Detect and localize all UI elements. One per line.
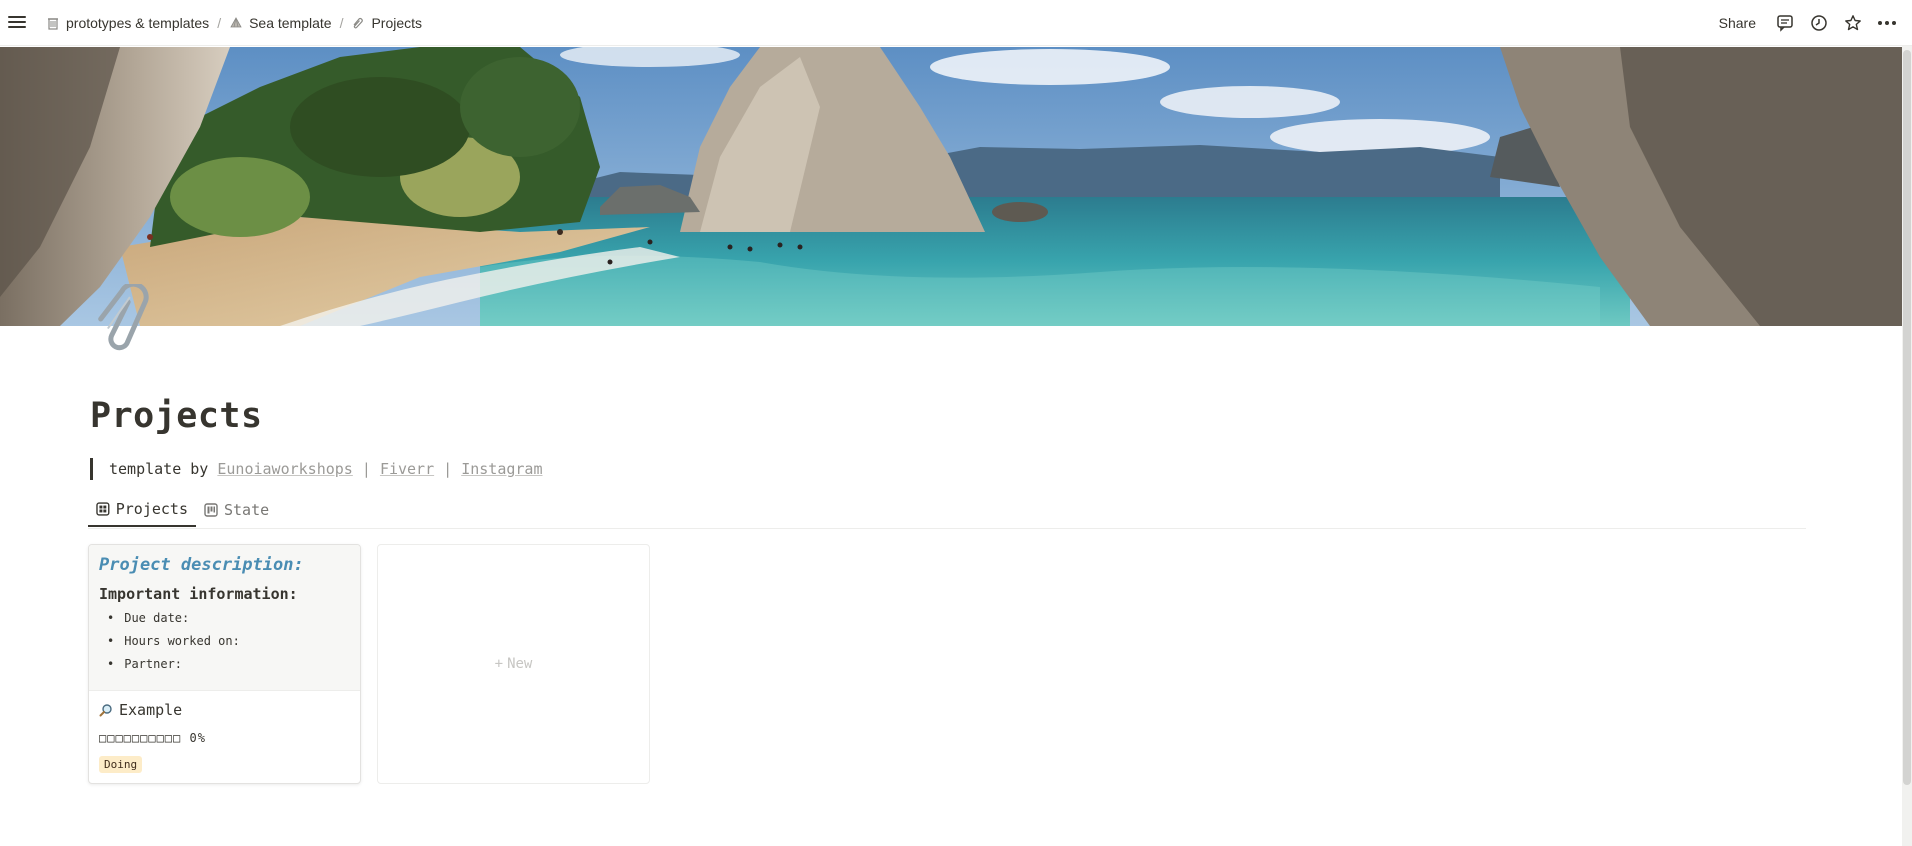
- card-body: Example □□□□□□□□□□ 0% Doing: [89, 691, 360, 781]
- top-actions: Share: [1713, 0, 1898, 46]
- page-title[interactable]: Projects: [90, 396, 263, 436]
- view-tabs: Projects State: [88, 492, 1806, 529]
- gallery-card[interactable]: Project description: Important informati…: [88, 544, 361, 784]
- credit-separator: |: [434, 460, 462, 478]
- cover-image: [0, 47, 1902, 326]
- link-instagram[interactable]: Instagram: [461, 460, 542, 478]
- magnifier-icon: [99, 704, 112, 717]
- gallery-icon: [96, 501, 110, 516]
- paperclip-icon: [354, 18, 364, 29]
- comment-icon[interactable]: [1774, 12, 1796, 34]
- progress-text: □□□□□□□□□□ 0%: [99, 731, 206, 745]
- board-icon: [204, 502, 218, 517]
- breadcrumb-separator: /: [339, 15, 344, 31]
- clock-icon[interactable]: [1808, 12, 1830, 34]
- card-title-label: Example: [119, 701, 183, 719]
- breadcrumb-label: Projects: [371, 15, 423, 31]
- list-item: Hours worked on:: [107, 634, 350, 648]
- breadcrumb-label: prototypes & templates: [66, 15, 210, 31]
- shell-icon: [230, 17, 242, 28]
- breadcrumb-separator: /: [217, 15, 222, 31]
- status-badge: Doing: [99, 756, 143, 773]
- paperclip-icon[interactable]: [88, 281, 172, 364]
- share-button[interactable]: Share: [1713, 12, 1762, 34]
- preview-subheading: Important information:: [99, 585, 298, 603]
- new-card-label: + New: [495, 656, 533, 672]
- top-bar: prototypes & templates / Sea template / …: [0, 0, 1912, 46]
- list-item: Partner:: [107, 657, 350, 671]
- breadcrumb: prototypes & templates / Sea template / …: [42, 0, 426, 46]
- preview-heading: Project description:: [99, 555, 304, 575]
- more-icon[interactable]: [1876, 12, 1898, 34]
- plus-icon: +: [494, 656, 504, 672]
- new-card-button[interactable]: + New: [377, 544, 650, 784]
- breadcrumb-label: Sea template: [249, 15, 332, 31]
- breadcrumb-item-prototypes[interactable]: prototypes & templates: [42, 13, 213, 33]
- credit-prefix: template by: [109, 460, 218, 478]
- breadcrumb-item-sea-template[interactable]: Sea template: [225, 13, 336, 33]
- tab-label: Projects: [115, 499, 188, 518]
- tab-state[interactable]: State: [196, 492, 282, 527]
- tab-label: State: [224, 500, 270, 519]
- trash-can-icon: [48, 18, 58, 30]
- template-credit-quote: template by Eunoiaworkshops | Fiverr | I…: [90, 458, 543, 480]
- breadcrumb-item-projects[interactable]: Projects: [347, 13, 426, 33]
- card-title[interactable]: Example: [99, 701, 350, 719]
- preview-list: Due date: Hours worked on: Partner:: [99, 611, 350, 671]
- list-item: Due date:: [107, 611, 350, 625]
- star-icon[interactable]: [1842, 12, 1864, 34]
- card-preview: Project description: Important informati…: [89, 545, 360, 691]
- link-eunoiaworkshops[interactable]: Eunoiaworkshops: [217, 460, 352, 478]
- credit-separator: |: [352, 460, 380, 478]
- menu-icon[interactable]: [8, 13, 26, 31]
- tab-projects[interactable]: Projects: [88, 492, 196, 527]
- scrollbar-thumb[interactable]: [1903, 50, 1911, 785]
- link-fiverr[interactable]: Fiverr: [380, 460, 434, 478]
- new-label-text: New: [507, 656, 533, 672]
